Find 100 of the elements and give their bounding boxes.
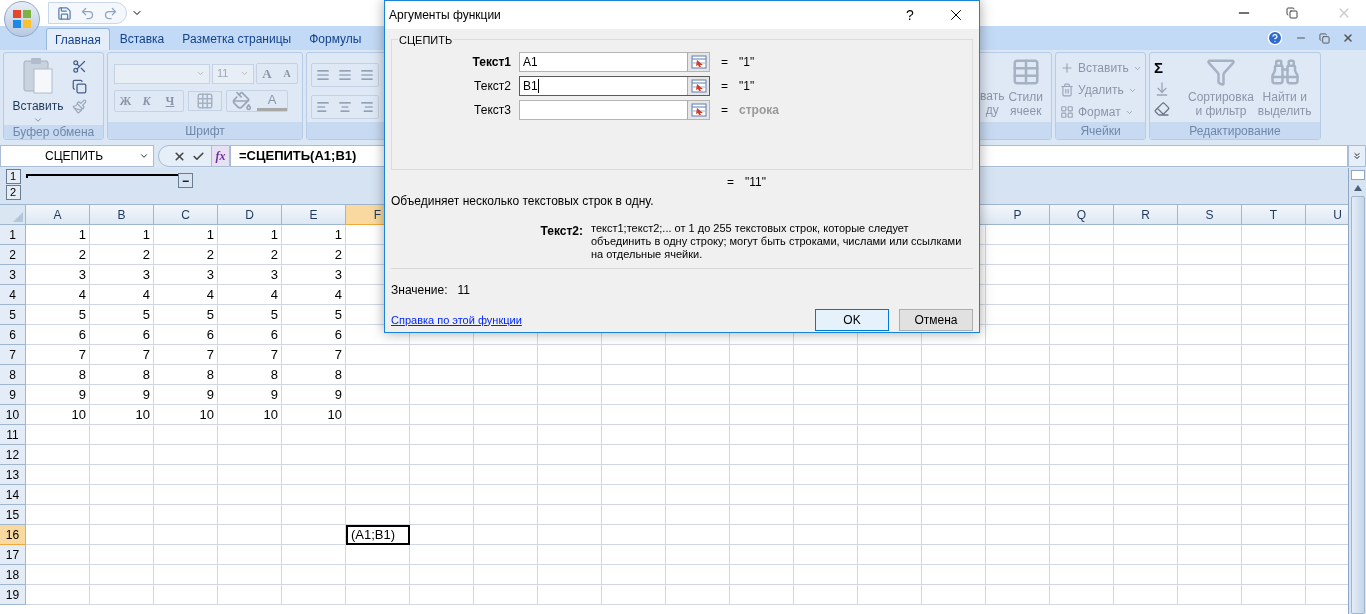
table-cell-text: 4 [205,286,215,305]
row-header[interactable]: 8 [0,365,26,385]
split-handle[interactable] [1350,170,1365,180]
caret-icon [33,115,43,125]
column-header[interactable]: C [154,205,218,225]
argument-label: Текст2 [473,78,512,95]
column-header[interactable]: E [282,205,346,225]
fill-icon[interactable] [1154,81,1170,97]
collapse-dialog-icon[interactable] [690,79,707,93]
column-header[interactable]: B [90,205,154,225]
expand-formula-icon[interactable] [1348,145,1366,167]
row-header[interactable]: 14 [0,485,26,505]
row-header[interactable]: 10 [0,405,26,425]
row-header[interactable]: 12 [0,445,26,465]
column-header[interactable]: U [1306,205,1348,225]
dialog-button[interactable]: OK [815,309,889,331]
row-header[interactable]: 19 [0,585,26,605]
select-all-button[interactable] [0,205,26,225]
table-cell-text: 3 [333,266,343,285]
row-header[interactable]: 4 [0,285,26,305]
table-cell-text: 9 [77,386,87,405]
ribbon-tab[interactable]: Разметка страницы [174,28,300,50]
outline-level-button[interactable]: 1 [5,169,21,184]
collapse-dialog-icon[interactable] [690,103,707,117]
table-cell-text: 2 [333,246,343,265]
row-header[interactable]: 17 [0,545,26,565]
table-cell-text: 3 [141,266,151,285]
table-cell-text: 8 [333,366,343,385]
table-cell-text: 10 [326,406,343,425]
collapse-button[interactable]: − [178,173,193,188]
table-cell-text: 9 [269,386,279,405]
argument-field[interactable]: B1 [519,76,710,96]
argument-help-label: Текст2: [539,223,584,240]
column-header[interactable]: T [1242,205,1306,225]
caret-icon [240,69,249,78]
copy-icon[interactable] [72,79,87,94]
row-header[interactable]: 16 [0,525,26,545]
enter-icon[interactable] [192,149,205,163]
row-header[interactable]: 5 [0,305,26,325]
name-box[interactable]: СЦЕПИТЬ [0,145,154,167]
table-cell-text: 6 [205,326,215,345]
table-cell-text: 6 [141,326,151,345]
row-header[interactable]: 18 [0,565,26,585]
collapse-dialog-icon[interactable] [690,55,707,69]
font-name-field[interactable] [114,63,210,84]
argument-result: "1" [739,78,755,95]
paste-button[interactable]: Вставить [8,57,68,125]
row-header[interactable]: 6 [0,325,26,345]
row-header[interactable]: 2 [0,245,26,265]
table-cell-text: 9 [333,386,343,405]
redo-icon[interactable] [103,5,118,21]
insert-function-button[interactable]: fx [211,146,229,166]
row-header[interactable]: 3 [0,265,26,285]
restore-icon[interactable] [1286,7,1298,19]
argument-field[interactable]: A1 [519,52,710,72]
scissors-icon[interactable] [72,59,87,74]
borders-icon[interactable] [188,91,222,111]
office-button[interactable] [4,1,40,37]
table-cell-text: 5 [205,306,215,325]
help-button[interactable]: ? [887,4,933,26]
equals-sign: = [721,78,729,95]
row-header[interactable]: 7 [0,345,26,365]
cancel-icon[interactable] [173,149,186,163]
scroll-up-icon[interactable] [1352,184,1363,192]
column-header[interactable]: D [218,205,282,225]
table-cell-text: 1 [77,226,87,245]
brush-icon[interactable] [72,99,87,114]
row-header[interactable]: 15 [0,505,26,525]
table-cell-text: 5 [333,306,343,325]
table-cell-text: 4 [141,286,151,305]
dialog-title: Аргументы функции [389,7,501,24]
table-cell-text: 2 [141,246,151,265]
autosum-button[interactable]: Σ [1154,59,1184,77]
column-header[interactable]: A [26,205,90,225]
column-header[interactable]: S [1178,205,1242,225]
row-header[interactable]: 1 [0,225,26,245]
restore-icon[interactable] [1319,32,1330,44]
outline-level-button[interactable]: 2 [5,185,21,200]
table-cell-text: 10 [198,406,215,425]
undo-icon[interactable] [80,5,95,21]
save-icon[interactable] [57,5,72,21]
argument-field[interactable] [519,100,710,120]
row-header[interactable]: 13 [0,465,26,485]
row-header[interactable]: 9 [0,385,26,405]
argument-label: Текст1 [471,54,512,71]
table-cell-text: 6 [269,326,279,345]
ribbon-tab[interactable]: Вставка [111,28,173,50]
help-link[interactable]: Справка по этой функции [391,311,522,329]
dialog-button[interactable]: Отмена [899,309,973,331]
row-header[interactable]: 11 [0,425,26,445]
table-cell-text: 3 [77,266,87,285]
help-icon[interactable] [1267,30,1283,46]
ribbon-tab[interactable]: Главная [46,28,110,50]
eraser-icon[interactable] [1154,101,1170,117]
scrollbar-thumb[interactable] [1350,196,1365,614]
vertical-scrollbar[interactable] [1348,168,1366,614]
column-header[interactable]: R [1114,205,1178,225]
column-header[interactable]: Q [1050,205,1114,225]
ribbon-tab[interactable]: Формулы [301,28,370,50]
column-header[interactable]: P [986,205,1050,225]
